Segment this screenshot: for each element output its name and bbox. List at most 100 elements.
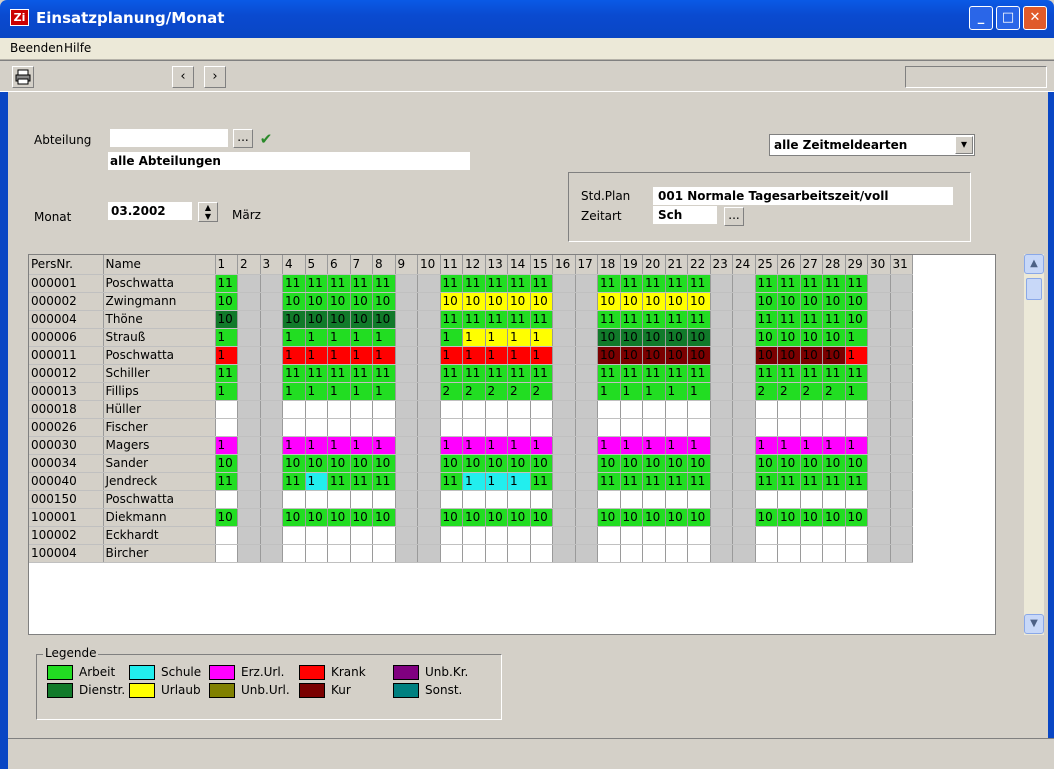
day-cell[interactable]: 10: [777, 346, 801, 365]
day-cell[interactable]: [305, 544, 328, 563]
day-cell[interactable]: 10: [800, 508, 823, 527]
day-cell[interactable]: [890, 400, 913, 419]
day-cell[interactable]: 11: [665, 274, 688, 293]
day-cell[interactable]: [845, 526, 868, 545]
day-cell[interactable]: 2: [777, 382, 801, 401]
day-cell[interactable]: 11: [350, 274, 373, 293]
day-cell[interactable]: [845, 418, 868, 437]
day-cell[interactable]: [440, 418, 463, 437]
day-cell[interactable]: 11: [665, 310, 688, 329]
day-cell[interactable]: 11: [845, 472, 868, 491]
day-cell[interactable]: [260, 454, 283, 473]
day-cell[interactable]: [530, 418, 553, 437]
day-cell[interactable]: [732, 310, 756, 329]
day-cell[interactable]: 1: [822, 436, 846, 455]
day-cell[interactable]: [440, 490, 463, 509]
day-cell[interactable]: [260, 382, 283, 401]
day-cell[interactable]: [552, 310, 576, 329]
day-cell[interactable]: [800, 544, 823, 563]
day-cell[interactable]: 11: [440, 274, 463, 293]
day-cell[interactable]: 1: [485, 346, 508, 365]
day-cell[interactable]: 11: [327, 472, 351, 491]
day-cell[interactable]: [462, 526, 486, 545]
day-cell[interactable]: [395, 472, 418, 491]
zeitart-browse-button[interactable]: ...: [724, 207, 744, 226]
day-cell[interactable]: [890, 382, 913, 401]
day-cell[interactable]: 1: [462, 328, 486, 347]
day-cell[interactable]: 1: [845, 346, 868, 365]
day-cell[interactable]: 11: [462, 310, 486, 329]
day-cell[interactable]: [552, 526, 576, 545]
day-cell[interactable]: 1: [642, 382, 666, 401]
day-cell[interactable]: 11: [642, 310, 666, 329]
day-cell[interactable]: 10: [822, 292, 846, 311]
day-cell[interactable]: [462, 490, 486, 509]
day-cell[interactable]: 10: [687, 292, 711, 311]
name-cell[interactable]: Magers: [103, 436, 216, 455]
day-cell[interactable]: [642, 544, 666, 563]
day-cell[interactable]: 10: [215, 508, 238, 527]
day-cell[interactable]: [710, 382, 733, 401]
day-cell[interactable]: 11: [687, 310, 711, 329]
day-cell[interactable]: [350, 544, 373, 563]
day-cell[interactable]: [237, 436, 261, 455]
day-cell[interactable]: 11: [665, 472, 688, 491]
day-cell[interactable]: [395, 454, 418, 473]
day-cell[interactable]: [755, 418, 778, 437]
day-cell[interactable]: 10: [687, 328, 711, 347]
day-cell[interactable]: 1: [372, 346, 396, 365]
day-cell[interactable]: [395, 436, 418, 455]
day-cell[interactable]: 10: [687, 346, 711, 365]
day-cell[interactable]: [417, 328, 441, 347]
day-cell[interactable]: [440, 544, 463, 563]
day-cell[interactable]: [372, 490, 396, 509]
day-cell[interactable]: [890, 490, 913, 509]
day-cell[interactable]: 10: [597, 328, 621, 347]
day-cell[interactable]: [822, 400, 846, 419]
day-cell[interactable]: [552, 400, 576, 419]
day-cell[interactable]: [755, 544, 778, 563]
day-cell[interactable]: 10: [530, 292, 553, 311]
day-cell[interactable]: [800, 490, 823, 509]
day-cell[interactable]: [575, 436, 598, 455]
day-cell[interactable]: [552, 364, 576, 383]
day-cell[interactable]: 11: [597, 310, 621, 329]
day-cell[interactable]: 10: [665, 508, 688, 527]
day-cell[interactable]: [665, 490, 688, 509]
name-cell[interactable]: Poschwatta: [103, 274, 216, 293]
day-cell[interactable]: [417, 310, 441, 329]
day-cell[interactable]: 11: [800, 472, 823, 491]
day-cell[interactable]: 11: [215, 364, 238, 383]
scroll-up-icon[interactable]: ▲: [1024, 254, 1044, 274]
day-cell[interactable]: [395, 508, 418, 527]
day-cell[interactable]: [395, 364, 418, 383]
day-cell[interactable]: 11: [372, 364, 396, 383]
day-cell[interactable]: [822, 490, 846, 509]
name-cell[interactable]: Strauß: [103, 328, 216, 347]
day-cell[interactable]: [867, 418, 891, 437]
day-cell[interactable]: [822, 418, 846, 437]
day-cell[interactable]: [732, 418, 756, 437]
day-cell[interactable]: [642, 400, 666, 419]
day-cell[interactable]: 10: [350, 454, 373, 473]
day-cell[interactable]: 11: [350, 364, 373, 383]
day-cell[interactable]: 10: [305, 292, 328, 311]
day-cell[interactable]: [890, 436, 913, 455]
day-cell[interactable]: 11: [507, 364, 531, 383]
day-cell[interactable]: [395, 490, 418, 509]
day-cell[interactable]: 11: [282, 472, 306, 491]
day-cell[interactable]: 10: [485, 454, 508, 473]
day-cell[interactable]: [260, 544, 283, 563]
day-cell[interactable]: 2: [507, 382, 531, 401]
day-cell[interactable]: [215, 544, 238, 563]
day-cell[interactable]: [777, 418, 801, 437]
day-cell[interactable]: 10: [620, 346, 643, 365]
day-cell[interactable]: [507, 400, 531, 419]
day-cell[interactable]: [215, 526, 238, 545]
day-cell[interactable]: 1: [372, 436, 396, 455]
day-cell[interactable]: 11: [597, 472, 621, 491]
day-cell[interactable]: [327, 544, 351, 563]
day-cell[interactable]: 10: [350, 292, 373, 311]
day-cell[interactable]: [552, 328, 576, 347]
day-cell[interactable]: [575, 418, 598, 437]
